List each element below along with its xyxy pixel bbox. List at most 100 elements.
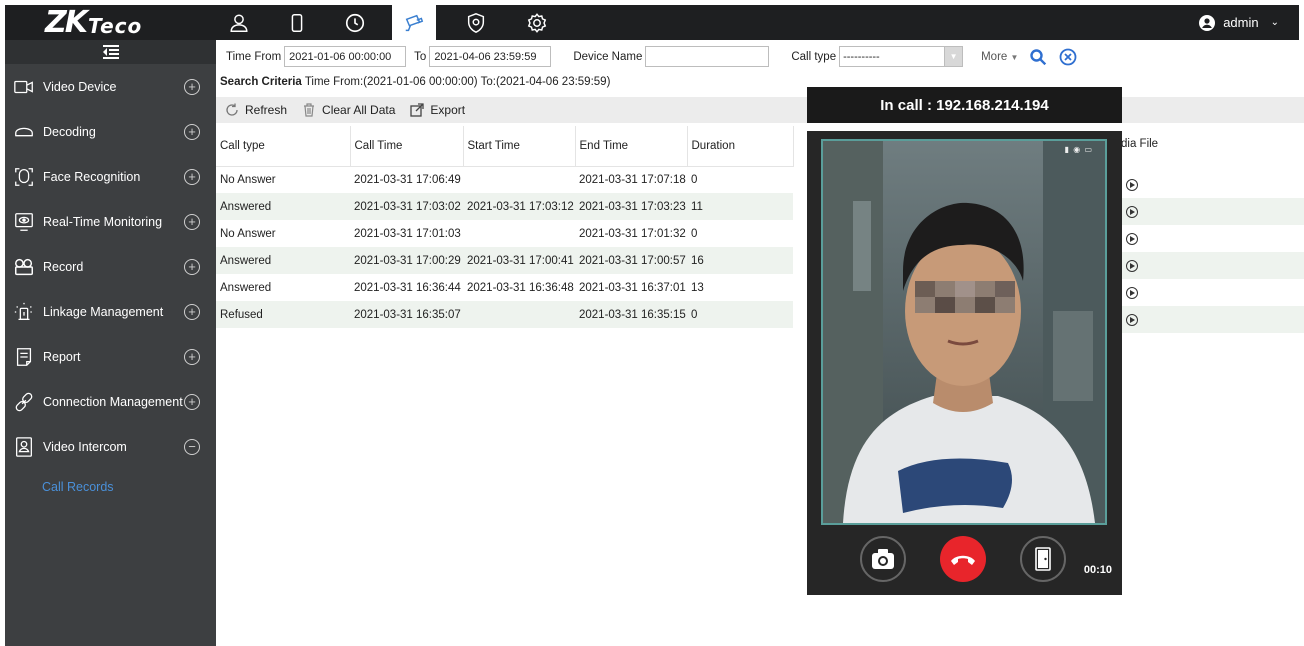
video-camera-icon [9,75,39,99]
export-icon [410,103,425,117]
search-button[interactable] [1028,47,1048,67]
cell-duration: 0 [691,173,698,186]
cell-call-type: Answered [216,193,350,220]
export-label: Export [430,103,466,117]
toolbar: Refresh Clear All Data Export [216,97,1304,123]
table-row[interactable]: Answered 2021-03-31 16:36:44 2021-03-31 … [216,274,793,301]
cell-duration: 13 [691,281,704,294]
video-frame-image [823,141,1105,523]
gear-icon[interactable] [515,5,559,40]
cell-duration: 0 [687,301,793,328]
hang-up-button[interactable] [940,536,986,582]
expand-icon[interactable]: + [184,78,200,95]
search-criteria-text: Time From:(2021-01-06 00:00:00) To:(2021… [304,76,611,88]
table-row[interactable]: Answered 2021-03-31 17:03:02 2021-03-31 … [216,193,793,220]
sidebar-item-report[interactable]: Report + [5,334,216,379]
table-header-row: Call type Call Time Start Time End Time … [216,126,794,167]
play-icon[interactable] [1126,233,1138,245]
expand-icon[interactable]: + [184,393,200,410]
column-header-call-time[interactable]: Call Time [350,126,464,167]
logo-main: ZK [45,5,88,40]
main-content: Time From 2021-01-06 00:00:00 To 2021-04… [216,40,1304,646]
sidebar-item-decoding[interactable]: Decoding + [5,109,216,154]
sidebar-subitem-call-records[interactable]: Call Records [5,469,216,505]
cell-start-time: 2021-03-31 16:36:48 [467,281,574,294]
play-icon[interactable] [1126,260,1138,272]
cell-end-time: 2021-03-31 17:01:32 [579,227,686,240]
face-blur [915,281,1015,313]
cell-start-time [463,220,575,247]
refresh-button[interactable]: Refresh [224,102,287,118]
time-from-input[interactable]: 2021-01-06 00:00:00 [284,46,407,67]
more-filters-button[interactable]: More ▼ [981,51,1018,63]
link-icon [9,390,39,414]
sidebar-collapse-button[interactable] [5,40,216,64]
time-to-input[interactable]: 2021-04-06 23:59:59 [429,46,552,67]
sidebar-item-label: Face Recognition [43,169,141,184]
play-icon[interactable] [1126,206,1138,218]
collapse-section-icon[interactable]: − [184,438,200,455]
column-header-start-time[interactable]: Start Time [463,126,576,167]
card-icon[interactable] [275,5,319,40]
shield-icon[interactable] [454,5,498,40]
table-row[interactable]: Answered 2021-03-31 17:00:29 2021-03-31 … [216,247,793,274]
clear-all-data-button[interactable]: Clear All Data [301,102,395,118]
column-header-call-type[interactable]: Call type [216,126,351,167]
logo-sub: Teco [88,13,143,38]
cell-start-time [463,301,575,328]
expand-icon[interactable]: + [184,258,200,275]
sidebar-item-linkage-management[interactable]: Linkage Management + [5,289,216,334]
refresh-icon [226,103,238,116]
table-row[interactable]: No Answer 2021-03-31 17:01:03 2021-03-31… [216,220,793,247]
export-button[interactable]: Export [409,102,465,118]
sidebar-item-video-intercom[interactable]: Video Intercom − [5,424,216,469]
sidebar-item-record[interactable]: Record + [5,244,216,289]
table-row[interactable]: Refused 2021-03-31 16:35:07 2021-03-31 1… [216,301,793,328]
in-call-dialog: In call : 192.168.214.194 ▮ ◉ ▭ 00:10 [807,87,1122,595]
device-name-label: Device Name [573,50,643,63]
snapshot-button[interactable] [860,536,906,582]
device-name-input[interactable] [645,46,770,67]
column-header-end-time[interactable]: End Time [575,126,688,167]
call-title: In call : 192.168.214.194 [880,96,1049,114]
call-type-select[interactable]: ---------- ▼ [839,46,964,67]
expand-icon[interactable]: + [184,213,200,230]
cell-duration: 11 [687,193,793,220]
play-icon[interactable] [1126,179,1138,191]
cell-end-time: 2021-03-31 17:07:18 [579,173,686,186]
play-icon[interactable] [1126,287,1138,299]
play-icon[interactable] [1126,314,1138,326]
sidebar-item-face-recognition[interactable]: Face Recognition + [5,154,216,199]
expand-icon[interactable]: + [184,123,200,140]
intercom-icon [9,435,39,459]
expand-icon[interactable]: + [184,168,200,185]
call-panel: ▮ ◉ ▭ 00:10 [807,131,1122,595]
expand-icon[interactable]: + [184,303,200,320]
unlock-door-button[interactable] [1020,536,1066,582]
column-header-duration[interactable]: Duration [687,126,794,167]
filter-bar: Time From 2021-01-06 00:00:00 To 2021-04… [216,40,1304,73]
clear-icon [1060,48,1077,65]
user-menu[interactable]: admin ⌄ [1199,5,1279,40]
call-records-table: Call type Call Time Start Time End Time … [216,126,794,328]
sidebar-item-video-device[interactable]: Video Device + [5,64,216,109]
door-icon [1035,547,1051,571]
sidebar-item-real-time-monitoring[interactable]: Real-Time Monitoring + [5,199,216,244]
person-icon[interactable] [217,5,261,40]
sidebar-item-label: Video Device [43,79,117,94]
sidebar-item-label: Connection Management [43,394,183,409]
camera-icon[interactable] [392,5,436,40]
more-label: More [981,50,1008,63]
table-row[interactable]: No Answer 2021-03-31 17:06:49 2021-03-31… [216,166,793,193]
sidebar-item-connection-management[interactable]: Connection Management + [5,379,216,424]
call-timer: 00:10 [1083,564,1112,576]
clear-filter-button[interactable] [1058,47,1078,67]
column-header-media-file[interactable]: dia File [1121,138,1158,150]
search-criteria: Search Criteria Time From:(2021-01-06 00… [220,76,610,88]
clock-icon[interactable] [333,5,377,40]
expand-icon[interactable]: + [184,348,200,365]
record-icon [9,255,39,279]
cell-start-time: 2021-03-31 17:00:41 [463,247,575,274]
sidebar-item-label: Video Intercom [43,439,127,454]
cell-duration: 0 [691,227,698,240]
